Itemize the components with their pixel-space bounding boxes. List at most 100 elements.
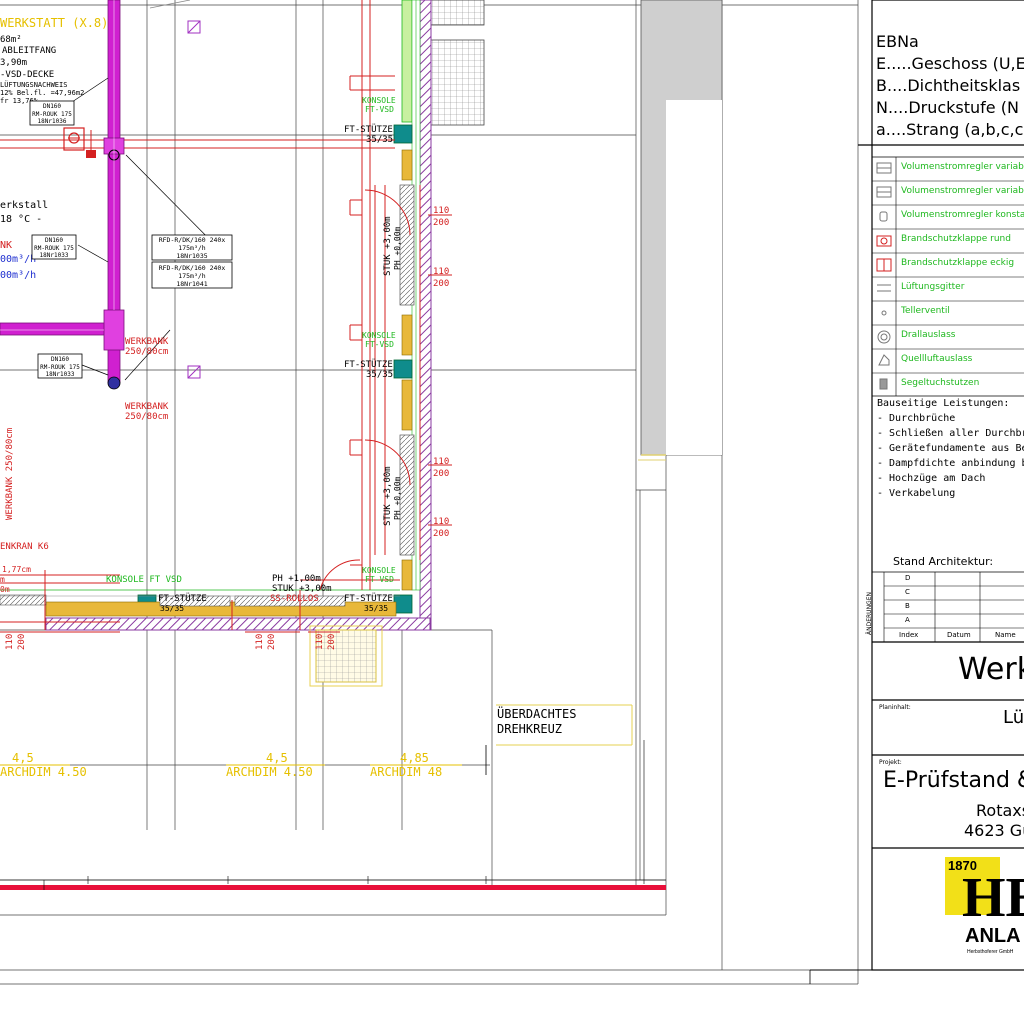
rev-row-b: B	[905, 602, 910, 610]
dim-110-4: 110	[433, 517, 449, 527]
konsole-label-2: KONSOLE	[362, 331, 396, 340]
legend-item: Brandschutzklappe eckig	[901, 258, 1015, 268]
dim-200-4: 200	[433, 529, 449, 539]
stuk-label-1: STUK +3,00m	[383, 216, 393, 276]
dim-200-3: 200	[433, 469, 449, 479]
legend-icons	[876, 162, 892, 390]
bauseitig-title: Bauseitige Leistungen:	[877, 398, 1010, 409]
displacement-icon	[878, 354, 890, 366]
svg-text:DN160: DN160	[51, 356, 69, 363]
projekt-label: Projekt:	[879, 759, 902, 766]
dim-200-1: 200	[433, 218, 449, 228]
legend-item: Volumenstromregler konstan	[901, 210, 1024, 220]
archdim-val-2: 4,5	[266, 751, 288, 765]
ft-stuetze-2: FT-STÜTZE	[344, 359, 393, 370]
svg-text:Herbsthoferer GmbH: Herbsthoferer GmbH	[967, 949, 1014, 955]
room-kran: ENKRAN K6	[0, 542, 49, 552]
legend-line-4: a....Strang (a,b,c,c	[876, 120, 1024, 139]
ft-stuetze-3: FT-STÜTZE	[344, 593, 393, 604]
drawing-title: Werk	[958, 652, 1024, 687]
ueberdacht-1: ÜBERDACHTES	[497, 705, 576, 721]
valve-icon	[881, 310, 887, 316]
bauseitig-item: - Dampfdichte anbindung be	[877, 458, 1024, 469]
legend-item: Volumenstromregler variabe	[901, 186, 1024, 196]
rollos-label: SS-ROLLOS	[270, 594, 319, 604]
svg-text:ANLA: ANLA	[965, 925, 1021, 947]
legend-line-1: E.....Geschoss (U,E	[876, 54, 1024, 73]
stand-architektur: Stand Architektur:	[893, 555, 994, 568]
ft-dim-2: 35/35	[366, 370, 393, 380]
projekt-address-1: Rotaxs	[976, 801, 1024, 820]
inhalt-label: Planinhalt:	[879, 704, 911, 711]
rev-header-datum: Datum	[947, 631, 971, 639]
dim-110-7: 110	[315, 634, 325, 650]
room-area: 68m²	[0, 35, 22, 45]
konsole-vsd-2: FT-VSD	[365, 340, 394, 349]
tag-dn160c: DN160 RM-ROUK 175 18Nr1033	[37, 353, 83, 379]
svg-text:RFD-R/DK/160 240x: RFD-R/DK/160 240x	[159, 236, 226, 244]
bauseitig-block: Bauseitige Leistungen: - Durchbrüche - S…	[877, 396, 1024, 501]
projekt-address-2: 4623 Gu	[964, 821, 1024, 840]
konsole-vsd-3: FT-VSD	[365, 575, 394, 584]
ph-label-2: PH +0,00m	[393, 476, 402, 520]
dim-177: 1,77cm	[2, 565, 31, 574]
rev-header-name: Name	[995, 631, 1016, 639]
projekt-name: E-Prüfstand & E	[883, 768, 1024, 793]
rev-header-index: Index	[899, 631, 919, 639]
dim-200-2: 200	[433, 279, 449, 289]
ueberdacht-2: DREHKREUZ	[497, 722, 562, 736]
werkbank-dim-1: 250/80cm	[125, 347, 168, 357]
dim-0m: 0m	[0, 585, 10, 594]
bauseitig-item: - Durchbrüche	[877, 413, 956, 424]
bauseitig-item: - Verkabelung	[877, 488, 956, 499]
archdim-label-3: ARCHDIM 48	[370, 765, 442, 779]
archdim-label-2: ARCHDIM 4.50	[226, 765, 313, 779]
konsole-vsd-1: FT-VSD	[365, 105, 394, 114]
tag-dn160a: DN160 RM-ROUK 175 18Nr1036	[29, 100, 75, 126]
stuk-label-bottom: STUK +3,00m	[272, 584, 332, 594]
dim-200-6: 200	[267, 634, 277, 650]
legend-line-2: B....Dichtheitsklas	[876, 76, 1021, 95]
legend-item: Brandschutzklappe rund	[901, 234, 1011, 244]
legend-item: Lüftungsgitter	[901, 282, 965, 292]
werkbank-dim-2: 250/80cm	[125, 412, 168, 422]
room-flow2: 00m³/h	[0, 270, 36, 281]
konsole-label-1: KONSOLE	[362, 96, 396, 105]
ph-label-bottom: PH +1,00m	[272, 574, 321, 584]
svg-text:18Nr1035: 18Nr1035	[176, 252, 207, 260]
legend-line-3: N....Druckstufe (N	[876, 98, 1019, 117]
svg-text:HE: HE	[962, 867, 1024, 929]
rev-row-c: C	[905, 588, 910, 596]
stuk-label-2: STUK +3,00m	[383, 466, 393, 526]
room-temp: 18 °C -	[0, 214, 42, 225]
ft-dim-1: 35/35	[366, 135, 393, 145]
room-nk: NK	[0, 240, 12, 251]
werkbank-label-2: WERKBANK	[125, 402, 169, 412]
svg-text:RM-ROUK 175: RM-ROUK 175	[32, 111, 72, 118]
dim-110-5: 110	[5, 634, 15, 650]
ft-stuetze-4: FT-STÜTZE	[158, 593, 207, 604]
rev-row-a: A	[905, 616, 910, 624]
svg-text:RFD-R/DK/160 240x: RFD-R/DK/160 240x	[159, 264, 226, 272]
archdim-val-3: 4,85	[400, 751, 429, 765]
svg-text:RM-ROUK 175: RM-ROUK 175	[34, 245, 74, 252]
archdim-val-1: 4,5	[12, 751, 34, 765]
room-werkbank-vertical: WERKBANK 250/80cm	[5, 428, 15, 520]
tag-rfd2: RFD-R/DK/160 240x 175m³/h 18Nr1041	[151, 261, 233, 289]
room-belueftung: 12% Bel.fl. =47,96m2	[0, 89, 84, 97]
room-name: WERKSTATT (X.8)	[0, 16, 108, 30]
inhalt-value: Lüf	[1003, 707, 1024, 728]
tag-dn160b: DN160 RM-ROUK 175 18Nr1033	[31, 234, 77, 260]
konsole-label-3: KONSOLE	[362, 566, 396, 575]
legend-item: Tellerventil	[901, 306, 950, 316]
dim-110-3: 110	[433, 457, 449, 467]
room-lager: erkstall	[0, 200, 48, 211]
rev-row-d: D	[905, 574, 911, 582]
archdim-label-1: ARCHDIM 4.50	[0, 765, 87, 779]
ft-dim-3: 35/35	[364, 604, 388, 613]
svg-text:18Nr1033: 18Nr1033	[40, 252, 69, 259]
bauseitig-item: - Hochzüge am Dach	[877, 473, 986, 484]
svg-text:175m³/h: 175m³/h	[178, 272, 205, 280]
room-nachweis: LÜFTUNGSNACHWEIS	[0, 80, 67, 89]
ph-label-1: PH +0,00m	[393, 226, 402, 270]
